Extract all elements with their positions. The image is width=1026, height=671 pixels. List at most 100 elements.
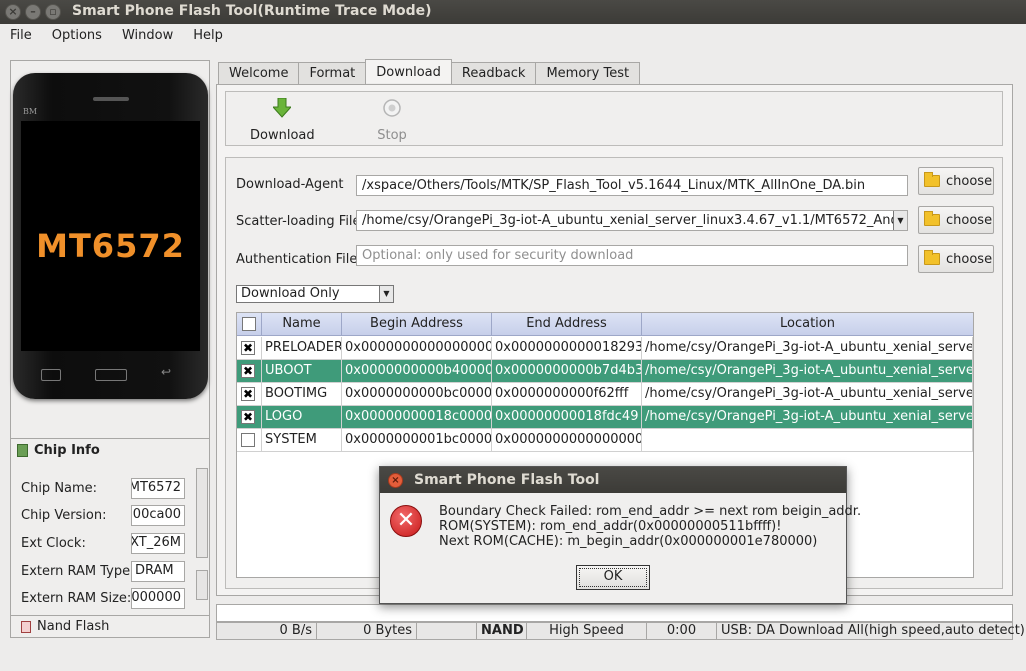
row-checkbox[interactable]: ✖ bbox=[241, 341, 255, 355]
nand-flash-tab[interactable]: Nand Flash bbox=[11, 615, 209, 637]
download-button-label: Download bbox=[250, 128, 315, 143]
scatter-file-choose-button[interactable]: choose bbox=[918, 206, 994, 234]
cell-location: /home/csy/OrangePi_3g-iot-A_ubuntu_xenia… bbox=[642, 360, 973, 383]
cell-checkbox bbox=[237, 429, 262, 452]
main-tabs: Welcome Format Download Readback Memory … bbox=[218, 59, 641, 84]
dialog-message-line3: Next ROM(CACHE): m_begin_addr(0x00000000… bbox=[439, 534, 818, 549]
chip-info-panel: Chip Info Chip Name: MT6572 Chip Version… bbox=[11, 438, 209, 637]
menu-help[interactable]: Help bbox=[183, 24, 233, 50]
column-location[interactable]: Location bbox=[642, 313, 973, 335]
row-checkbox[interactable]: ✖ bbox=[241, 387, 255, 401]
chip-info-scrollbar-lower[interactable] bbox=[196, 570, 208, 600]
stop-button[interactable]: Stop bbox=[372, 98, 412, 143]
chip-name-label: Chip Name: bbox=[21, 481, 98, 496]
download-mode-value: Download Only bbox=[241, 286, 340, 301]
table-header: Name Begin Address End Address Location bbox=[237, 313, 973, 336]
table-row[interactable]: ✖ BOOTIMG 0x0000000000bc0000 0x0000000000f6… bbox=[237, 383, 973, 406]
table-row[interactable]: ✖ UBOOT 0x0000000000b40000 0x0000000000b7d4… bbox=[237, 360, 973, 383]
download-arrow-icon bbox=[271, 97, 293, 118]
menubar: File Options Window Help bbox=[0, 24, 1026, 50]
tab-memory-test[interactable]: Memory Test bbox=[535, 62, 641, 84]
dialog-close-button[interactable]: × bbox=[388, 473, 403, 488]
table-row[interactable]: ✖ PRELOADER 0x0000000000000000 0x0000000000… bbox=[237, 337, 973, 360]
status-time: 0:00 bbox=[647, 623, 717, 640]
scatter-file-value: /home/csy/OrangePi_3g-iot-A_ubuntu_xenia… bbox=[362, 213, 908, 228]
tab-download[interactable]: Download bbox=[365, 59, 452, 83]
cell-begin-address: 0x0000000000b40000 bbox=[342, 360, 492, 383]
phone-image: BM MT6572 ↩ bbox=[13, 73, 208, 399]
stop-button-label: Stop bbox=[377, 128, 407, 143]
chip-name-value[interactable]: MT6572 bbox=[131, 478, 185, 499]
column-name[interactable]: Name bbox=[262, 313, 342, 335]
stop-icon bbox=[383, 99, 401, 117]
status-mode: High Speed bbox=[527, 623, 647, 640]
download-button[interactable]: Download bbox=[250, 97, 315, 143]
cell-end-address: 0x0000000000000000 bbox=[492, 429, 642, 452]
extern-ram-size-label: Extern RAM Size: bbox=[21, 591, 132, 606]
phone-chip-label: MT6572 bbox=[36, 227, 185, 265]
dialog-message-line2: ROM(SYSTEM): rom_end_addr(0x00000000511b… bbox=[439, 519, 782, 534]
auth-file-field[interactable]: Optional: only used for security downloa… bbox=[356, 245, 908, 266]
download-mode-select[interactable]: Download Only ▼ bbox=[236, 285, 394, 303]
phone-back-key: ↩ bbox=[161, 365, 172, 379]
chip-info-title: Chip Info bbox=[34, 443, 100, 458]
status-usb: USB: DA Download All(high speed,auto det… bbox=[721, 623, 1025, 638]
choose-label: choose bbox=[946, 212, 993, 228]
menu-window[interactable]: Window bbox=[112, 24, 183, 50]
nand-flash-label: Nand Flash bbox=[37, 619, 110, 634]
tab-format[interactable]: Format bbox=[298, 62, 367, 84]
choose-label: choose bbox=[946, 173, 993, 189]
chip-version-value[interactable]: 00ca00 bbox=[131, 505, 185, 526]
scatter-file-combobox[interactable]: /home/csy/OrangePi_3g-iot-A_ubuntu_xenia… bbox=[356, 210, 908, 231]
chip-version-label: Chip Version: bbox=[21, 508, 107, 523]
cell-end-address: 0x0000000000018293 bbox=[492, 337, 642, 360]
auth-file-choose-button[interactable]: choose bbox=[918, 245, 994, 273]
tab-readback[interactable]: Readback bbox=[450, 62, 537, 84]
device-panel: BM MT6572 ↩ Chip Info Chip Name: MT6572 … bbox=[10, 60, 210, 638]
tab-welcome[interactable]: Welcome bbox=[218, 62, 300, 84]
phone-menu-key bbox=[41, 369, 61, 381]
extern-ram-type-value[interactable]: DRAM bbox=[131, 561, 185, 582]
extern-ram-size-value[interactable]: 000000 bbox=[131, 588, 185, 609]
scatter-dropdown-icon[interactable]: ▼ bbox=[893, 211, 907, 230]
download-agent-choose-button[interactable]: choose bbox=[918, 167, 994, 195]
cell-checkbox: ✖ bbox=[237, 360, 262, 383]
cell-location bbox=[642, 429, 973, 452]
column-begin-address[interactable]: Begin Address bbox=[342, 313, 492, 335]
status-spacer bbox=[417, 623, 477, 640]
dialog-title: Smart Phone Flash Tool bbox=[414, 472, 600, 488]
cell-location: /home/csy/OrangePi_3g-iot-A_ubuntu_xenia… bbox=[642, 337, 973, 360]
ext-clock-value[interactable]: XT_26M bbox=[131, 533, 185, 554]
cell-end-address: 0x00000000018fdc49 bbox=[492, 406, 642, 429]
ext-clock-label: Ext Clock: bbox=[21, 536, 86, 551]
cell-end-address: 0x0000000000f62fff bbox=[492, 383, 642, 406]
ok-button[interactable]: OK bbox=[576, 565, 650, 590]
close-window-button[interactable]: × bbox=[5, 4, 21, 20]
table-row[interactable]: SYSTEM 0x0000000001bc0000 0x00000000000000… bbox=[237, 429, 973, 452]
error-dialog: × Smart Phone Flash Tool ✕ Boundary Chec… bbox=[379, 466, 861, 604]
cell-location: /home/csy/OrangePi_3g-iot-A_ubuntu_xenia… bbox=[642, 406, 973, 429]
download-agent-field[interactable]: /xspace/Others/Tools/MTK/SP_Flash_Tool_v… bbox=[356, 175, 908, 196]
scatter-file-label: Scatter-loading File bbox=[236, 214, 361, 229]
menu-options[interactable]: Options bbox=[42, 24, 112, 50]
table-row[interactable]: ✖ LOGO 0x00000000018c0000 0x00000000018fdc4… bbox=[237, 406, 973, 429]
cell-name: LOGO bbox=[262, 406, 342, 429]
maximize-window-button[interactable]: ▫ bbox=[45, 4, 61, 20]
row-checkbox[interactable] bbox=[241, 433, 255, 447]
cell-begin-address: 0x0000000000bc0000 bbox=[342, 383, 492, 406]
row-checkbox[interactable]: ✖ bbox=[241, 410, 255, 424]
chip-info-scrollbar-upper[interactable] bbox=[196, 468, 208, 558]
chip-info-header[interactable]: Chip Info bbox=[17, 443, 100, 458]
dialog-message-line1: Boundary Check Failed: rom_end_addr >= n… bbox=[439, 504, 862, 519]
minimize-window-button[interactable]: – bbox=[25, 4, 41, 20]
cell-begin-address: 0x00000000018c0000 bbox=[342, 406, 492, 429]
column-end-address[interactable]: End Address bbox=[492, 313, 642, 335]
chip-icon bbox=[17, 444, 28, 457]
cell-location: /home/csy/OrangePi_3g-iot-A_ubuntu_xenia… bbox=[642, 383, 973, 406]
menu-file[interactable]: File bbox=[0, 24, 42, 50]
window-title: Smart Phone Flash Tool(Runtime Trace Mod… bbox=[72, 3, 432, 19]
row-checkbox[interactable]: ✖ bbox=[241, 364, 255, 378]
select-all-checkbox[interactable] bbox=[242, 317, 256, 331]
phone-home-key bbox=[95, 369, 127, 381]
cell-checkbox: ✖ bbox=[237, 383, 262, 406]
